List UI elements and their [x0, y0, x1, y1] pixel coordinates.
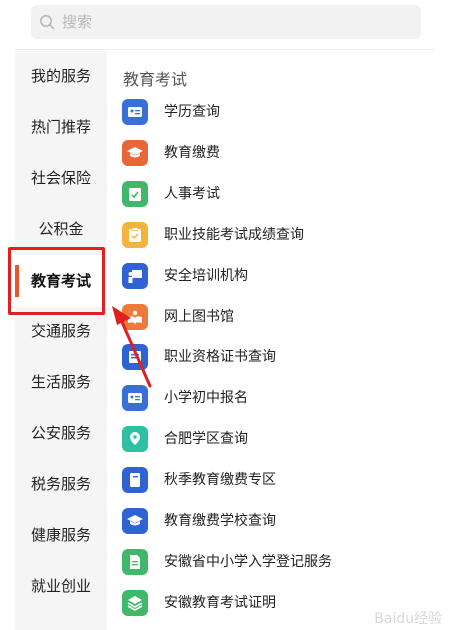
sidebar-item-police[interactable]: 公安服务	[15, 413, 107, 453]
teacher-board-icon	[122, 262, 148, 289]
service-list-panel: 教育考试 学历查询教育缴费人事考试职业技能考试成绩查询 安全培训机构 网上图书馆职业…	[107, 51, 437, 630]
sidebar-item-social-insurance[interactable]: 社会保险	[15, 158, 107, 198]
search-input[interactable]: 搜索	[31, 5, 421, 39]
location-icon	[122, 426, 148, 453]
search-bar: 搜索	[0, 0, 452, 48]
sidebar-item-employment[interactable]: 就业创业	[15, 566, 107, 606]
document-icon	[122, 548, 148, 575]
sidebar-item-tax[interactable]: 税务服务	[15, 464, 107, 504]
service-item-label: 安徽省中小学入学登记服务	[164, 553, 332, 570]
category-sidebar: 我的服务 热门推荐 社会保险 公积金 教育考试 交通服务 生活服务 公安服务 税…	[15, 51, 107, 630]
sidebar-item-label: 健康服务	[30, 526, 91, 544]
service-item[interactable]: 职业技能考试成绩查询	[122, 221, 422, 252]
service-item-label: 网上图书馆	[164, 308, 234, 325]
service-item[interactable]: 合肥学区查询	[122, 426, 422, 456]
certificate-icon	[122, 344, 148, 371]
service-item[interactable]: 网上图书馆	[122, 303, 422, 334]
clipboard-icon	[122, 221, 148, 248]
sidebar-item-health[interactable]: 健康服务	[15, 515, 107, 555]
service-item[interactable]: 职业资格证书查询	[122, 344, 422, 374]
sidebar-item-housing-fund[interactable]: 公积金	[15, 209, 107, 249]
layers-icon	[122, 589, 148, 616]
header-divider	[15, 49, 435, 50]
service-item[interactable]: 学历查询	[122, 99, 422, 129]
sidebar-item-label: 热门推荐	[30, 118, 91, 136]
highlight-box	[8, 247, 105, 315]
service-item[interactable]: 安徽省中小学入学登记服务	[122, 548, 422, 579]
watermark: Baidu经验	[374, 611, 442, 627]
sidebar-item-label: 社会保险	[30, 169, 91, 187]
graduation-cap-icon	[122, 139, 148, 166]
sidebar-item-label: 就业创业	[30, 577, 91, 595]
graduation-cap-icon	[122, 508, 148, 534]
service-item-label: 学历查询	[164, 104, 220, 120]
service-item-label: 职业技能考试成绩查询	[164, 226, 304, 243]
sidebar-item-hot[interactable]: 热门推荐	[15, 107, 107, 147]
clipboard-check-icon	[122, 180, 148, 207]
sidebar-item-label: 交通服务	[30, 322, 91, 340]
search-placeholder: 搜索	[62, 13, 93, 31]
sidebar-item-label: 生活服务	[30, 373, 91, 391]
service-item-label: 职业资格证书查询	[164, 349, 276, 366]
service-item-label: 人事考试	[164, 185, 220, 202]
sidebar-item-transport[interactable]: 交通服务	[15, 311, 107, 351]
service-item-label: 教育缴费	[164, 144, 220, 161]
id-card-icon	[122, 385, 148, 412]
book-icon	[122, 467, 148, 494]
id-card-icon	[122, 99, 148, 125]
service-item-label: 小学初中报名	[164, 390, 248, 407]
service-item[interactable]: 人事考试	[122, 180, 422, 211]
service-item-label: 教育缴费学校查询	[164, 513, 276, 529]
sidebar-item-my-services[interactable]: 我的服务	[15, 56, 107, 96]
service-item[interactable]: 教育缴费	[122, 139, 422, 170]
service-item-label: 安徽教育考试证明	[164, 594, 276, 611]
service-item[interactable]: 教育缴费学校查询	[122, 508, 422, 538]
service-item-label: 安全培训机构	[164, 267, 248, 284]
service-item[interactable]: 安全培训机构	[122, 262, 422, 293]
sidebar-item-label: 我的服务	[30, 67, 91, 85]
service-item-label: 合肥学区查询	[164, 431, 248, 448]
sidebar-item-label: 税务服务	[30, 475, 91, 493]
service-item[interactable]: 小学初中报名	[122, 385, 422, 415]
sidebar-item-label: 公安服务	[30, 424, 91, 442]
sidebar-item-label: 公积金	[38, 220, 84, 238]
search-icon	[40, 15, 55, 30]
sidebar-item-life[interactable]: 生活服务	[15, 362, 107, 402]
reading-icon	[122, 303, 148, 330]
service-item[interactable]: 秋季教育缴费专区	[122, 467, 422, 497]
service-item-label: 秋季教育缴费专区	[164, 472, 276, 489]
section-title: 教育考试	[123, 70, 188, 89]
